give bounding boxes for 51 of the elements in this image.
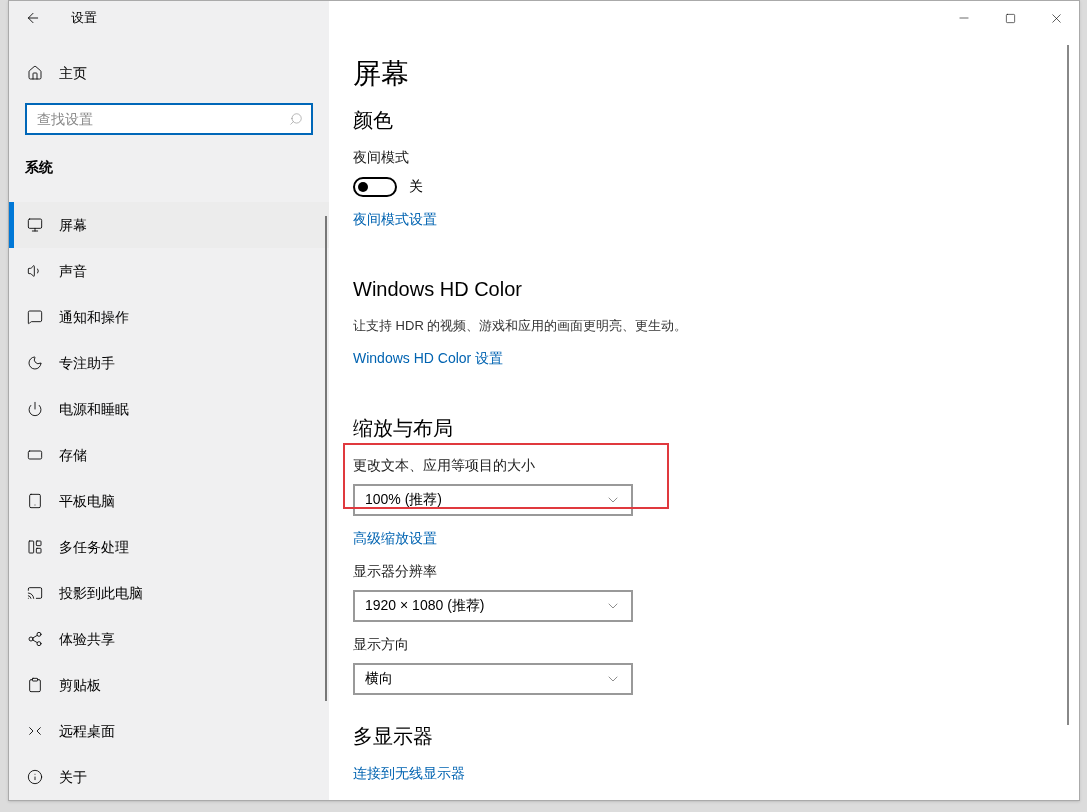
search-field[interactable]: 查找设置 bbox=[25, 103, 313, 135]
tablet-icon bbox=[27, 493, 43, 509]
dropdown[interactable]: 横向 bbox=[353, 662, 633, 695]
home-icon bbox=[27, 65, 43, 81]
clipboard-icon bbox=[27, 677, 43, 693]
sidebar-item[interactable]: 存储 bbox=[9, 432, 329, 478]
description-text: 让支持 HDR 的视频、游戏和应用的画面更明亮、更生动。 bbox=[353, 317, 689, 335]
toggle-switch[interactable] bbox=[353, 176, 397, 197]
power-icon bbox=[27, 401, 43, 417]
section-heading: 颜色 bbox=[353, 108, 394, 133]
page-title: 屏幕 bbox=[353, 57, 410, 91]
sidebar-item[interactable]: 关于 bbox=[9, 754, 329, 800]
section-label: 系统 bbox=[25, 158, 54, 177]
message-icon bbox=[27, 309, 43, 325]
section-heading: 多显示器 bbox=[353, 723, 434, 749]
setting-label: 显示方向 bbox=[353, 634, 410, 654]
sidebar-item[interactable]: 投影到此电脑 bbox=[9, 570, 329, 616]
sidebar-item[interactable]: 远程桌面 bbox=[9, 708, 329, 754]
setting-label: 夜间模式 bbox=[353, 148, 410, 167]
moon-icon bbox=[27, 355, 43, 371]
sidebar-item[interactable]: 声音 bbox=[9, 248, 329, 294]
sidebar-item[interactable]: 通知和操作 bbox=[9, 294, 329, 340]
toggle-state: 关 bbox=[409, 177, 423, 196]
settings-link[interactable]: 夜间模式设置 bbox=[353, 209, 437, 230]
maximize-icon bbox=[1004, 12, 1016, 24]
settings-link[interactable]: 高级缩放设置 bbox=[353, 527, 437, 549]
layout-icon bbox=[27, 539, 43, 555]
settings-link[interactable]: 连接到无线显示器 bbox=[353, 762, 465, 784]
info-icon bbox=[27, 769, 43, 785]
share-icon bbox=[27, 631, 43, 647]
settings-link[interactable]: Windows HD Color 设置 bbox=[353, 347, 504, 369]
dropdown[interactable]: 1920 × 1080 (推荐) bbox=[353, 589, 633, 622]
dropdown[interactable]: 100% (推荐) bbox=[353, 483, 633, 516]
monitor-icon bbox=[27, 217, 43, 233]
window-title: 设置 bbox=[71, 9, 97, 28]
cast-icon bbox=[27, 585, 43, 601]
back-icon bbox=[25, 10, 41, 26]
section-heading: 缩放与布局 bbox=[353, 415, 454, 441]
sidebar-item[interactable]: 平板电脑 bbox=[9, 478, 329, 524]
home-item[interactable]: 主页 bbox=[9, 57, 329, 89]
sidebar-item[interactable]: 多任务处理 bbox=[9, 524, 329, 570]
sidebar-item[interactable]: 电源和睡眠 bbox=[9, 386, 329, 432]
drive-icon bbox=[27, 447, 43, 463]
sidebar-item[interactable]: 专注助手 bbox=[9, 340, 329, 386]
sidebar-item[interactable]: 剪贴板 bbox=[9, 662, 329, 708]
search-icon bbox=[289, 112, 303, 126]
setting-label: 显示器分辨率 bbox=[353, 561, 438, 581]
sidebar-item[interactable]: 屏幕 bbox=[9, 202, 329, 248]
section-heading: Windows HD Color bbox=[353, 277, 523, 302]
sidebar-item[interactable]: 体验共享 bbox=[9, 616, 329, 662]
setting-label: 更改文本、应用等项目的大小 bbox=[353, 455, 536, 475]
